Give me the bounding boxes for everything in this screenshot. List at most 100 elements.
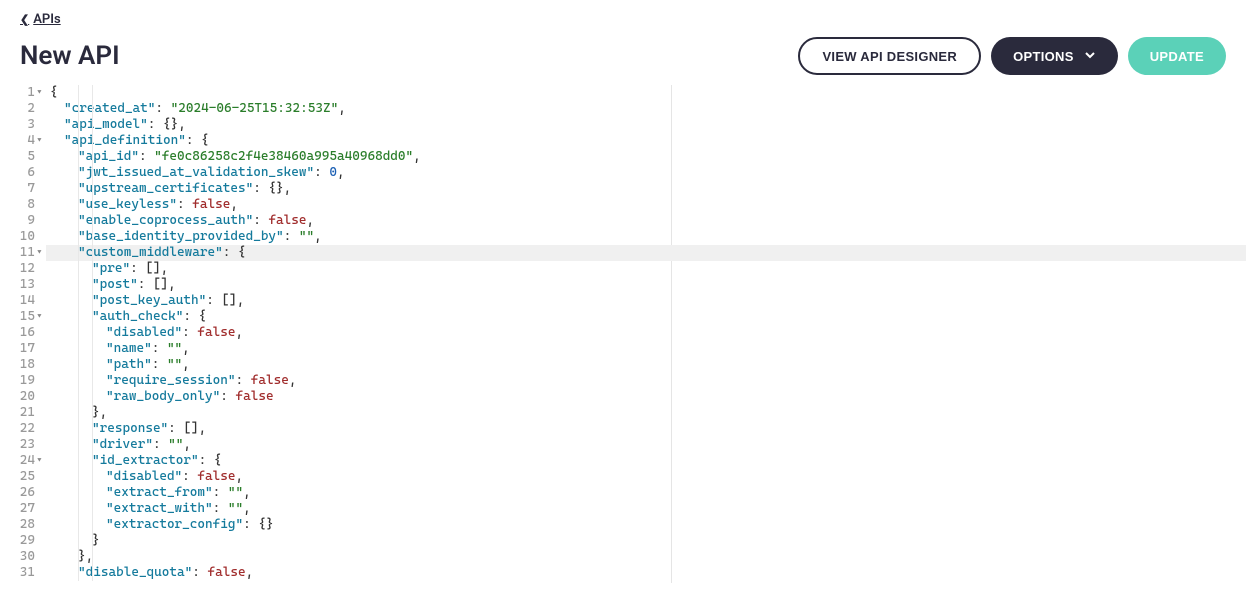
token-punct: : <box>152 357 167 372</box>
token-bool: false <box>192 197 230 212</box>
token-punct: , <box>182 341 190 356</box>
token-string: "" <box>167 341 182 356</box>
token-bool: false <box>251 373 289 388</box>
code-line[interactable]: "disabled": false, <box>46 469 1246 485</box>
token-key: "post" <box>92 277 138 292</box>
options-button[interactable]: OPTIONS <box>991 37 1118 75</box>
code-line[interactable]: "created_at": "2024-06-25T15:32:53Z", <box>46 101 1246 117</box>
token-key: "name" <box>106 341 152 356</box>
code-line[interactable]: "use_keyless": false, <box>46 197 1246 213</box>
indent-guide <box>92 85 93 581</box>
code-line[interactable]: "response": [], <box>46 421 1246 437</box>
token-punct: , <box>243 485 251 500</box>
code-line[interactable]: "pre": [], <box>46 261 1246 277</box>
token-bool: false <box>268 213 306 228</box>
token-punct: : {} <box>243 517 273 532</box>
code-line[interactable]: "disable_quota": false, <box>46 565 1246 581</box>
code-line[interactable]: "auth_check": { <box>46 309 1246 325</box>
line-number: 8 <box>0 197 35 213</box>
code-line[interactable]: "extractor_config": {} <box>46 517 1246 533</box>
line-number: 1 <box>0 85 35 101</box>
token-punct: }, <box>92 405 107 420</box>
token-key: "raw_body_only" <box>106 389 220 404</box>
code-line[interactable]: "jwt_issued_at_validation_skew": 0, <box>46 165 1246 181</box>
token-key: "api_definition" <box>64 133 186 148</box>
code-line[interactable]: "extract_from": "", <box>46 485 1246 501</box>
code-line[interactable]: { <box>46 85 1246 101</box>
code-line[interactable]: "custom_middleware": { <box>46 245 1246 261</box>
token-key: "enable_coprocess_auth" <box>78 213 253 228</box>
line-number: 31 <box>0 565 35 581</box>
code-editor[interactable]: 1234567891011121314151617181920212223242… <box>0 85 1246 583</box>
line-number: 21 <box>0 405 35 421</box>
code-line[interactable]: "enable_coprocess_auth": false, <box>46 213 1246 229</box>
token-bool: false <box>197 325 235 340</box>
line-number: 4 <box>0 133 35 149</box>
line-number: 22 <box>0 421 35 437</box>
token-punct: : {}, <box>253 181 291 196</box>
options-label: OPTIONS <box>1013 49 1074 64</box>
breadcrumb-link[interactable]: ❮ APIs <box>20 12 61 27</box>
token-punct: : <box>139 149 154 164</box>
line-number: 17 <box>0 341 35 357</box>
token-punct: : [], <box>168 421 206 436</box>
code-line[interactable]: "require_session": false, <box>46 373 1246 389</box>
code-line[interactable]: "raw_body_only": false <box>46 389 1246 405</box>
token-key: "response" <box>92 421 168 436</box>
token-punct: : <box>152 341 167 356</box>
token-punct: , <box>236 325 244 340</box>
token-punct: , <box>289 373 297 388</box>
code-line[interactable]: "id_extractor": { <box>46 453 1246 469</box>
token-key: "post_key_auth" <box>92 293 206 308</box>
token-punct: , <box>243 501 251 516</box>
code-line[interactable]: "base_identity_provided_by": "", <box>46 229 1246 245</box>
code-line[interactable]: "upstream_certificates": {}, <box>46 181 1246 197</box>
code-line[interactable]: "api_definition": { <box>46 133 1246 149</box>
code-line[interactable]: "post_key_auth": [], <box>46 293 1246 309</box>
code-line[interactable]: "api_id": "fe0c86258c2f4e38460a995a40968… <box>46 149 1246 165</box>
page-title: New API <box>20 41 120 71</box>
token-punct: , <box>183 437 191 452</box>
line-number: 6 <box>0 165 35 181</box>
code-line[interactable]: "driver": "", <box>46 437 1246 453</box>
token-key: "extractor_config" <box>106 517 243 532</box>
line-number: 18 <box>0 357 35 373</box>
token-key: "extract_with" <box>106 501 213 516</box>
token-number: 0 <box>329 165 337 180</box>
token-string: "" <box>168 437 183 452</box>
token-key: "base_identity_provided_by" <box>78 229 284 244</box>
code-line[interactable]: }, <box>46 549 1246 565</box>
token-string: "2024-06-25T15:32:53Z" <box>171 101 339 116</box>
line-number: 13 <box>0 277 35 293</box>
token-punct: , <box>182 357 190 372</box>
code-line[interactable]: }, <box>46 405 1246 421</box>
token-key: "jwt_issued_at_validation_skew" <box>78 165 314 180</box>
token-bool: false <box>236 389 274 404</box>
code-line[interactable]: "api_model": {}, <box>46 117 1246 133</box>
token-key: "api_model" <box>64 117 148 132</box>
update-button[interactable]: UPDATE <box>1128 37 1226 75</box>
token-punct: : <box>253 213 268 228</box>
code-line[interactable]: "path": "", <box>46 357 1246 373</box>
code-line[interactable]: } <box>46 533 1246 549</box>
code-area[interactable]: {"created_at": "2024-06-25T15:32:53Z","a… <box>45 85 1246 583</box>
line-number: 14 <box>0 293 35 309</box>
code-line[interactable]: "name": "", <box>46 341 1246 357</box>
token-punct: : <box>182 325 197 340</box>
token-key: "extract_from" <box>106 485 213 500</box>
token-key: "path" <box>106 357 152 372</box>
line-number: 30 <box>0 549 35 565</box>
token-key: "disable_quota" <box>78 565 192 580</box>
token-punct: : { <box>223 245 246 260</box>
view-designer-button[interactable]: VIEW API DESIGNER <box>798 37 981 75</box>
token-key: "upstream_certificates" <box>78 181 253 196</box>
line-number-gutter: 1234567891011121314151617181920212223242… <box>0 85 45 583</box>
token-punct: , <box>230 197 238 212</box>
code-line[interactable]: "extract_with": "", <box>46 501 1246 517</box>
token-punct: } <box>92 533 100 548</box>
code-line[interactable]: "post": [], <box>46 277 1246 293</box>
code-line[interactable]: "disabled": false, <box>46 325 1246 341</box>
line-number: 10 <box>0 229 35 245</box>
token-punct: , <box>338 101 346 116</box>
token-string: "fe0c86258c2f4e38460a995a40968dd0" <box>154 149 413 164</box>
